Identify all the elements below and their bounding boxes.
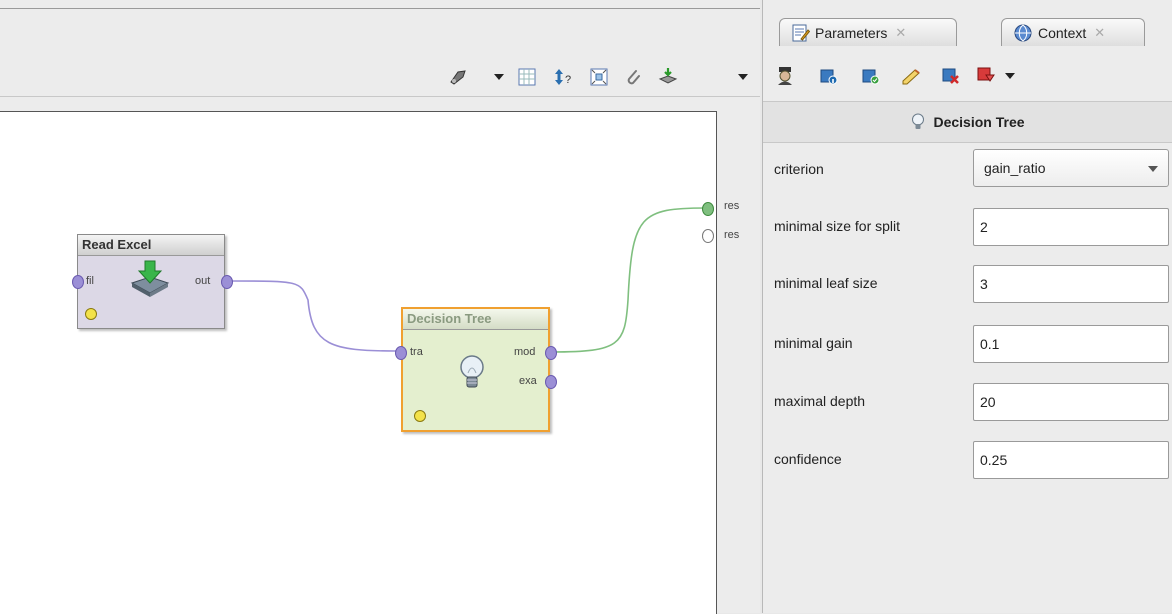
status-indicator	[85, 308, 97, 320]
apply-icon[interactable]	[861, 66, 881, 86]
param-row-minimal-gain: minimal gain	[763, 317, 1172, 373]
port-label-exa: exa	[519, 375, 537, 387]
export-dropdown-caret[interactable]	[738, 74, 748, 80]
lightbulb-icon	[911, 113, 925, 131]
close-icon[interactable]: ✕	[895, 25, 906, 41]
port-label-fil: fil	[86, 275, 94, 287]
grid-icon[interactable]	[516, 66, 538, 88]
expert-mode-icon[interactable]	[775, 66, 795, 86]
result-port-1[interactable]	[702, 202, 714, 216]
criterion-value: gain_ratio	[984, 160, 1046, 176]
info-icon[interactable]	[819, 66, 839, 86]
svg-text:?: ?	[565, 74, 571, 86]
param-label: confidence	[774, 451, 842, 467]
breakpoint-icon[interactable]	[977, 66, 997, 86]
port-label-out: out	[195, 275, 211, 287]
criterion-select[interactable]: gain_ratio	[973, 149, 1169, 187]
canvas-right-rail	[717, 111, 760, 613]
tab-label: Context	[1038, 24, 1087, 41]
chevron-down-icon	[1148, 166, 1158, 172]
result-port-2[interactable]	[702, 229, 714, 243]
confidence-input[interactable]	[973, 441, 1169, 479]
parameters-panel: Parameters ✕ Context ✕ Decision Tree cri…	[762, 0, 1172, 613]
operator-header: Decision Tree	[763, 101, 1172, 143]
result-port-label-2: res	[724, 229, 740, 241]
param-label: minimal leaf size	[774, 275, 878, 291]
execution-order-icon[interactable]: ?	[553, 66, 575, 88]
panel-tab-bar: Parameters ✕ Context ✕	[763, 8, 1172, 58]
operator-decision-tree[interactable]: Decision Tree tra mod exa	[395, 307, 557, 432]
parameters-icon	[792, 24, 811, 45]
input-port-fil[interactable]	[72, 275, 84, 289]
status-indicator	[414, 410, 426, 422]
breakpoint-dropdown-caret[interactable]	[1005, 73, 1015, 79]
minimal-size-for-split-input[interactable]	[973, 208, 1169, 246]
maximal-depth-input[interactable]	[973, 383, 1169, 421]
param-label: minimal size for split	[774, 218, 901, 234]
globe-icon	[1014, 24, 1032, 45]
process-canvas[interactable]	[0, 111, 717, 614]
attachment-icon[interactable]	[622, 66, 644, 88]
minimal-gain-input[interactable]	[973, 325, 1169, 363]
result-port-label-1: res	[724, 200, 740, 212]
param-row-maximal-depth: maximal depth	[763, 375, 1172, 431]
port-label-tra: tra	[410, 346, 423, 358]
minimal-leaf-size-input[interactable]	[973, 265, 1169, 303]
close-icon[interactable]: ✕	[1094, 25, 1105, 41]
download-icon	[130, 259, 170, 300]
param-row-criterion: criterion gain_ratio	[763, 143, 1172, 199]
output-port-mod[interactable]	[545, 346, 557, 360]
param-label: minimal gain	[774, 335, 853, 351]
process-toolbar: ?	[0, 58, 760, 97]
tab-label: Parameters	[815, 24, 888, 41]
param-row-minimal-size-for-split: minimal size for split	[763, 200, 1172, 256]
input-port-tra[interactable]	[395, 346, 407, 360]
remove-icon[interactable]	[941, 66, 961, 86]
output-port-exa[interactable]	[545, 375, 557, 389]
operator-title: Read Excel	[78, 235, 224, 256]
process-tab-bar	[0, 9, 760, 58]
tab-parameters[interactable]: Parameters ✕	[779, 18, 957, 46]
param-label: maximal depth	[774, 393, 866, 409]
output-port-out[interactable]	[221, 275, 233, 289]
edit-icon[interactable]	[901, 66, 921, 86]
panel-toolbar	[763, 58, 1172, 96]
auto-wire-icon[interactable]	[447, 66, 469, 88]
port-label-mod: mod	[514, 346, 536, 358]
param-row-confidence: confidence	[763, 433, 1172, 489]
fit-to-view-icon[interactable]	[588, 66, 610, 88]
param-label: criterion	[774, 161, 824, 177]
operator-read-excel[interactable]: Read Excel fil out	[72, 234, 233, 329]
operator-title: Decision Tree	[403, 309, 548, 330]
auto-wire-dropdown-caret[interactable]	[494, 74, 504, 80]
lightbulb-icon	[457, 353, 487, 396]
operator-header-title: Decision Tree	[933, 114, 1025, 130]
tab-context[interactable]: Context ✕	[1001, 18, 1145, 46]
export-icon[interactable]	[658, 66, 680, 88]
param-row-minimal-leaf-size: minimal leaf size	[763, 257, 1172, 313]
